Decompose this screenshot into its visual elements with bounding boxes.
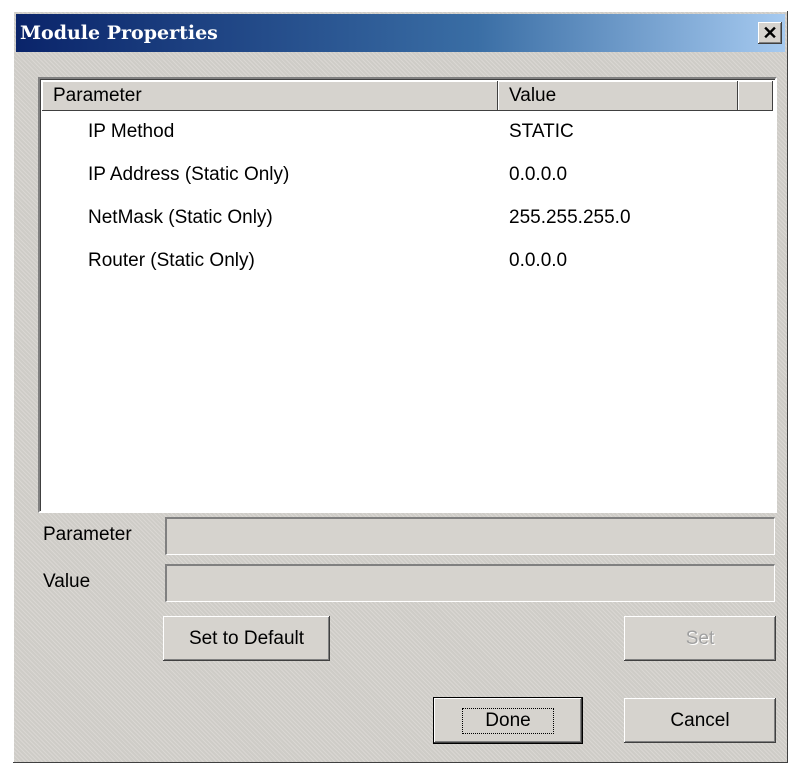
module-properties-dialog: Module Properties ✕ Parameter Value IP M… bbox=[13, 11, 788, 763]
set-to-default-label: Set to Default bbox=[188, 627, 305, 649]
parameter-list[interactable]: Parameter Value IP Method STATIC IP Addr… bbox=[38, 77, 777, 513]
row-parameter: NetMask (Static Only) bbox=[88, 207, 273, 228]
done-button[interactable]: Done bbox=[434, 698, 582, 743]
cancel-label: Cancel bbox=[670, 709, 730, 731]
row-value: STATIC bbox=[509, 121, 574, 142]
list-row[interactable]: IP Method STATIC bbox=[42, 117, 773, 160]
list-row[interactable]: NetMask (Static Only) 255.255.255.0 bbox=[42, 203, 773, 246]
column-header-spacer bbox=[738, 81, 773, 111]
row-parameter: IP Method bbox=[88, 121, 175, 142]
close-icon: ✕ bbox=[762, 22, 778, 43]
list-header: Parameter Value bbox=[42, 81, 773, 111]
parameter-field[interactable] bbox=[165, 517, 775, 555]
list-rows: IP Method STATIC IP Address (Static Only… bbox=[42, 117, 773, 289]
row-parameter: Router (Static Only) bbox=[88, 250, 255, 271]
value-field[interactable] bbox=[165, 564, 775, 602]
close-button[interactable]: ✕ bbox=[758, 22, 782, 44]
value-label: Value bbox=[43, 571, 91, 592]
row-value: 0.0.0.0 bbox=[509, 250, 568, 271]
cancel-button[interactable]: Cancel bbox=[624, 698, 776, 743]
list-row[interactable]: IP Address (Static Only) 0.0.0.0 bbox=[42, 160, 773, 203]
column-header-parameter[interactable]: Parameter bbox=[42, 81, 498, 111]
window-title: Module Properties bbox=[20, 22, 218, 44]
parameter-label: Parameter bbox=[43, 524, 132, 545]
column-header-value[interactable]: Value bbox=[498, 81, 738, 111]
list-row[interactable]: Router (Static Only) 0.0.0.0 bbox=[42, 246, 773, 289]
done-label: Done bbox=[462, 707, 554, 734]
row-parameter: IP Address (Static Only) bbox=[88, 164, 290, 185]
title-bar[interactable]: Module Properties ✕ bbox=[16, 14, 785, 52]
set-button[interactable]: Set bbox=[624, 616, 776, 661]
row-value: 0.0.0.0 bbox=[509, 164, 568, 185]
set-label: Set bbox=[685, 627, 715, 649]
row-value: 255.255.255.0 bbox=[509, 207, 631, 228]
set-to-default-button[interactable]: Set to Default bbox=[163, 616, 330, 661]
